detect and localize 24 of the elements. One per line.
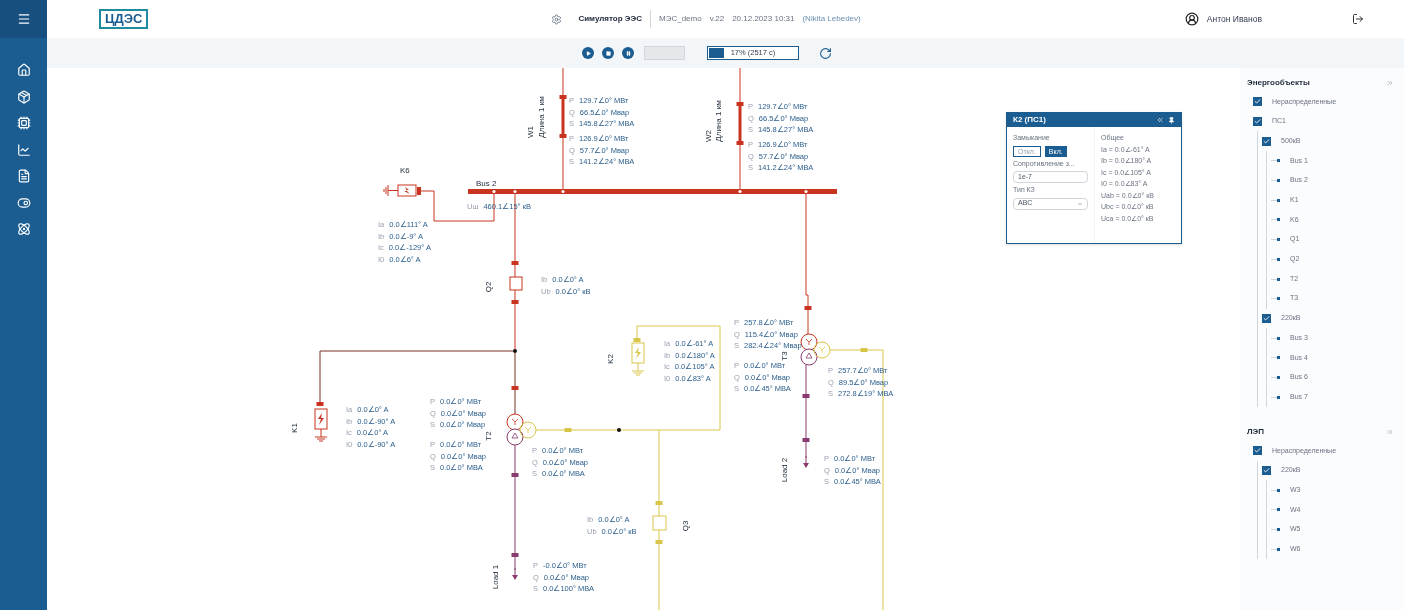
element-label: T3 bbox=[781, 351, 789, 361]
popup-title: К2 (ПС1) bbox=[1013, 114, 1046, 126]
element-label: W2 bbox=[705, 130, 713, 142]
element-label: K6 bbox=[400, 167, 410, 175]
section-title: Энергообъекты bbox=[1247, 77, 1310, 89]
element-label: Load 2 bbox=[781, 457, 789, 483]
element-label: Длина 1 км bbox=[538, 96, 546, 138]
element-label: Длина 1 км bbox=[715, 100, 723, 142]
date-time: 20.12.2023 10:31 bbox=[732, 13, 795, 25]
user-name[interactable]: Антон Иванов bbox=[1206, 12, 1262, 26]
element-label: K2 bbox=[607, 354, 615, 364]
app-title: Симулятор ЭЭС bbox=[578, 13, 642, 25]
project-name: МЭС_demo bbox=[659, 13, 702, 25]
element-label: Bus 2 bbox=[476, 180, 497, 188]
element-label: Load 1 bbox=[492, 564, 500, 590]
version: v.22 bbox=[709, 13, 725, 25]
element-label: Q3 bbox=[682, 520, 690, 532]
author: (Nikita Lebedev) bbox=[802, 13, 861, 25]
section-title: ЛЭП bbox=[1247, 426, 1265, 438]
element-label: K1 bbox=[291, 423, 299, 433]
logo[interactable]: ЦДЭС bbox=[99, 9, 149, 29]
element-label: T2 bbox=[485, 431, 493, 441]
element-label: W1 bbox=[527, 126, 535, 138]
element-label: Q2 bbox=[485, 281, 493, 293]
